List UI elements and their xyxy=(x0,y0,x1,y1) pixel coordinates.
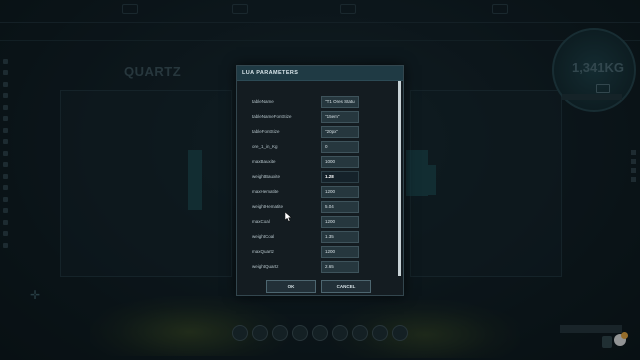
param-input[interactable]: "T1 Ores Statu xyxy=(321,96,359,108)
param-input[interactable]: "20px" xyxy=(321,126,359,138)
param-input-focused[interactable]: 1.28 xyxy=(321,171,359,183)
param-input[interactable]: 2.65 xyxy=(321,261,359,273)
param-row-tablefontsize: tableFontSize "20px" xyxy=(252,126,362,138)
param-row-weightquartz: weightQuartz 2.65 xyxy=(252,261,362,273)
param-row-tablenamefontsize: tableNameFontSize "15em" xyxy=(252,111,362,123)
param-row-maxquartz: maxQuartz 1200 xyxy=(252,246,362,258)
param-input[interactable]: 1000 xyxy=(321,156,359,168)
mouse-cursor-icon xyxy=(285,212,293,222)
param-label: weightQuartz xyxy=(252,264,279,269)
param-row-tablename: tableName "T1 Ores Statu xyxy=(252,96,362,108)
param-input[interactable]: 5.04 xyxy=(321,201,359,213)
param-label: tableFontSize xyxy=(252,129,280,134)
param-label: tableName xyxy=(252,99,274,104)
param-input[interactable]: "15em" xyxy=(321,111,359,123)
param-label: tableNameFontSize xyxy=(252,114,292,119)
param-row-weightcoal: weightCoal 1.35 xyxy=(252,231,362,243)
param-row-maxhematite: maxHematite 1200 xyxy=(252,186,362,198)
parameter-form: tableName "T1 Ores Statu tableNameFontSi… xyxy=(237,81,401,277)
param-label: maxBauxite xyxy=(252,159,276,164)
param-input[interactable]: 1.35 xyxy=(321,231,359,243)
param-label: weightHematite xyxy=(252,204,284,209)
param-label: maxQuartz xyxy=(252,249,275,254)
dialog-title: LUA PARAMETERS xyxy=(237,66,403,81)
param-input[interactable]: 0 xyxy=(321,141,359,153)
param-label: maxHematite xyxy=(252,189,279,194)
param-row-weighthematite: weightHematite 5.04 xyxy=(252,201,362,213)
param-label: weightCoal xyxy=(252,234,275,239)
cancel-button[interactable]: CANCEL xyxy=(321,280,371,293)
lua-parameters-dialog: LUA PARAMETERS tableName "T1 Ores Statu … xyxy=(236,65,404,296)
param-row-maxbauxite: maxBauxite 1000 xyxy=(252,156,362,168)
param-input[interactable]: 1200 xyxy=(321,216,359,228)
param-input[interactable]: 1200 xyxy=(321,186,359,198)
ok-button[interactable]: OK xyxy=(266,280,316,293)
form-scrollbar[interactable] xyxy=(398,81,401,276)
param-row-ore-1-in-kg: ore_1_in_Kg 0 xyxy=(252,141,362,153)
param-row-weightbauxite: weightBauxite 1.28 xyxy=(252,171,362,183)
game-viewport: QUARTZ 1,341KG ✛ LUA PARAMETERS tableNam… xyxy=(0,0,640,360)
param-label: weightBauxite xyxy=(252,174,281,179)
param-label: maxCoal xyxy=(252,219,270,224)
scrollbar-thumb[interactable] xyxy=(398,81,401,276)
param-input[interactable]: 1200 xyxy=(321,246,359,258)
param-label: ore_1_in_Kg xyxy=(252,144,278,149)
param-row-maxcoal: maxCoal 1200 xyxy=(252,216,362,228)
